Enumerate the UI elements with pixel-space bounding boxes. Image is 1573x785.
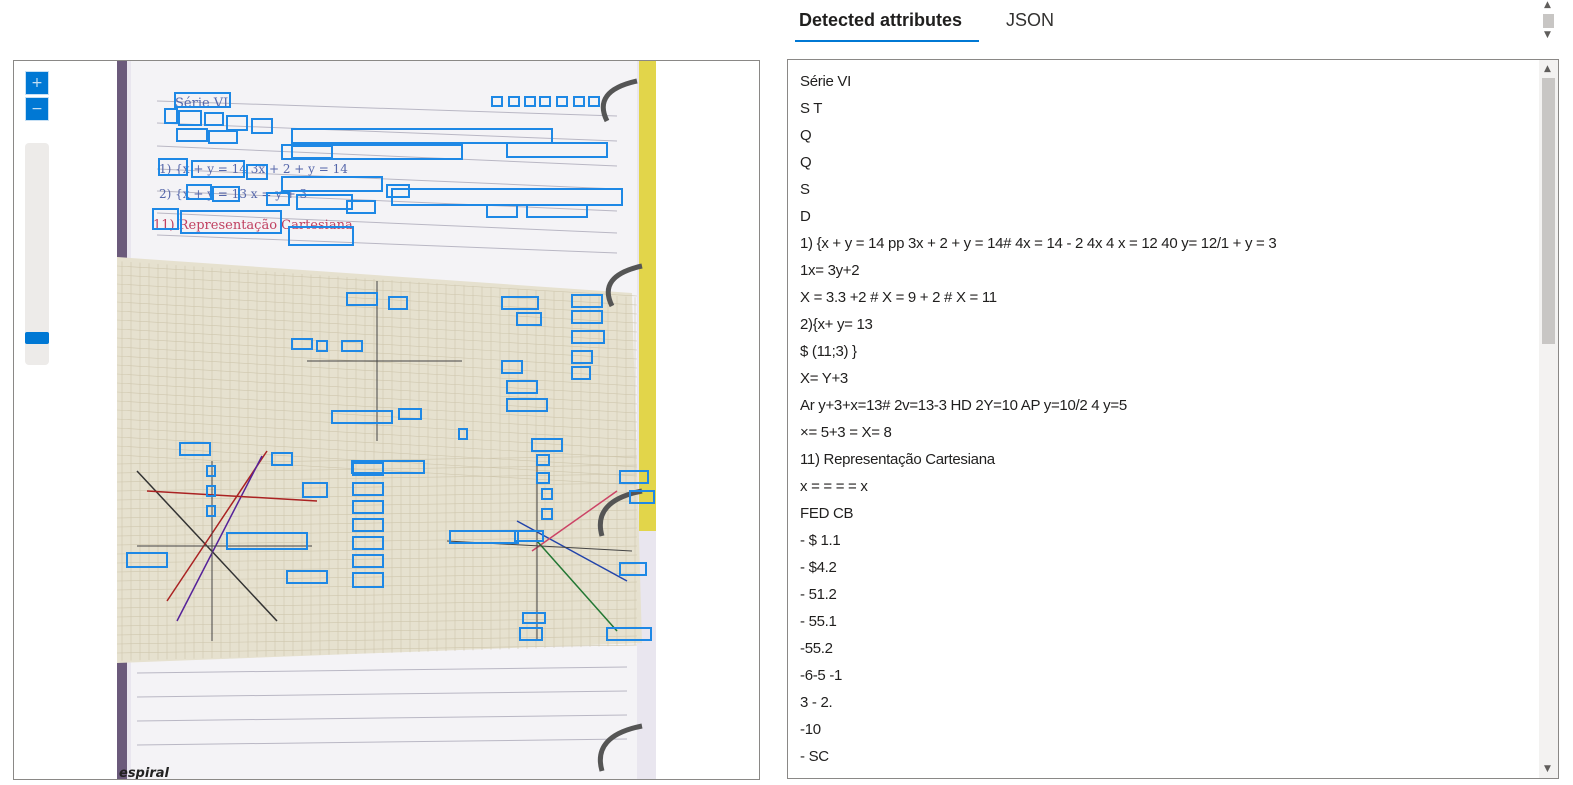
attribute-line: - $4.2 xyxy=(800,559,837,576)
svg-text:11) Representação Cartesiana: 11) Representação Cartesiana xyxy=(153,218,353,233)
attribute-line: Série VI xyxy=(800,73,851,90)
attribute-line: - 55.1 xyxy=(800,613,837,630)
minus-icon: − xyxy=(31,101,43,117)
attribute-line: Ar y+3+x=13# 2v=13-3 HD 2Y=10 AP y=10/2 … xyxy=(800,397,1127,414)
scroll-up-icon[interactable]: ▲ xyxy=(1544,0,1551,10)
attribute-line: - $ 1.1 xyxy=(800,532,841,549)
tab-json[interactable]: JSON xyxy=(1006,8,1054,32)
attributes-scrollbar[interactable]: ▲ ▼ xyxy=(1539,60,1558,778)
attribute-line: X = 3.3 +2 # X = 9 + 2 # X = 11 xyxy=(800,289,997,306)
attribute-list: Série VI S T Q Q S D 1) {x + y = 14 pp 3x + 2 … xyxy=(800,68,1534,778)
attribute-line: -6-5 -1 xyxy=(800,667,843,684)
attribute-line: 3 - 2. xyxy=(800,694,833,711)
page-scrollbar-thumb[interactable] xyxy=(1543,14,1554,28)
attribute-line: - SC xyxy=(800,748,829,765)
attribute-line: $ (11;3) } xyxy=(800,343,857,360)
svg-text:Série VI: Série VI xyxy=(175,96,228,111)
zoom-in-button[interactable]: + xyxy=(25,71,49,95)
zoom-slider[interactable] xyxy=(25,143,49,365)
attribute-line: Q xyxy=(800,154,812,171)
svg-text:espiral: espiral xyxy=(119,766,170,779)
attribute-line: 2){x+ y= 13 xyxy=(800,316,873,333)
attribute-line: FED CB xyxy=(800,505,854,522)
page-scrollbar[interactable]: ▲ ▼ xyxy=(1540,0,1557,44)
attribute-line: x = = = = x xyxy=(800,478,868,495)
active-tab-indicator xyxy=(795,40,979,42)
zoom-slider-thumb[interactable] xyxy=(25,332,49,344)
attribute-line: S xyxy=(800,181,810,198)
attribute-line: -55.2 xyxy=(800,640,833,657)
zoom-out-button[interactable]: − xyxy=(25,97,49,121)
attribute-line: D xyxy=(800,208,811,225)
attribute-line: Q xyxy=(800,127,812,144)
scroll-up-icon[interactable]: ▲ xyxy=(1544,64,1551,74)
scroll-down-icon[interactable]: ▼ xyxy=(1544,764,1551,774)
attribute-line: B xyxy=(800,770,1534,778)
attribute-line: 1) {x + y = 14 pp 3x + 2 + y = 14# 4x = … xyxy=(800,235,1277,252)
attribute-line: 11) Representação Cartesiana xyxy=(800,451,995,468)
attribute-line: ×= 5+3 = X= 8 xyxy=(800,424,892,441)
attribute-line: -10 xyxy=(800,721,821,738)
image-viewer[interactable]: + − Série VI 1) {x + y = 14 3x + 2 + y =… xyxy=(13,60,760,780)
attribute-line: X= Y+3 xyxy=(800,370,848,387)
scroll-down-icon[interactable]: ▼ xyxy=(1544,30,1551,40)
zoom-controls: + − xyxy=(25,71,49,121)
document-photo: Série VI 1) {x + y = 14 3x + 2 + y = 14 … xyxy=(117,61,656,779)
attribute-line: 1x= 3y+2 xyxy=(800,262,860,279)
plus-icon: + xyxy=(31,75,43,91)
detected-attributes-panel: Série VI S T Q Q S D 1) {x + y = 14 pp 3x + 2 … xyxy=(787,59,1559,779)
attribute-line: - 51.2 xyxy=(800,586,837,603)
attribute-line: S T xyxy=(800,100,823,117)
attributes-scrollbar-thumb[interactable] xyxy=(1542,78,1555,344)
tab-detected-attributes[interactable]: Detected attributes xyxy=(799,8,962,32)
